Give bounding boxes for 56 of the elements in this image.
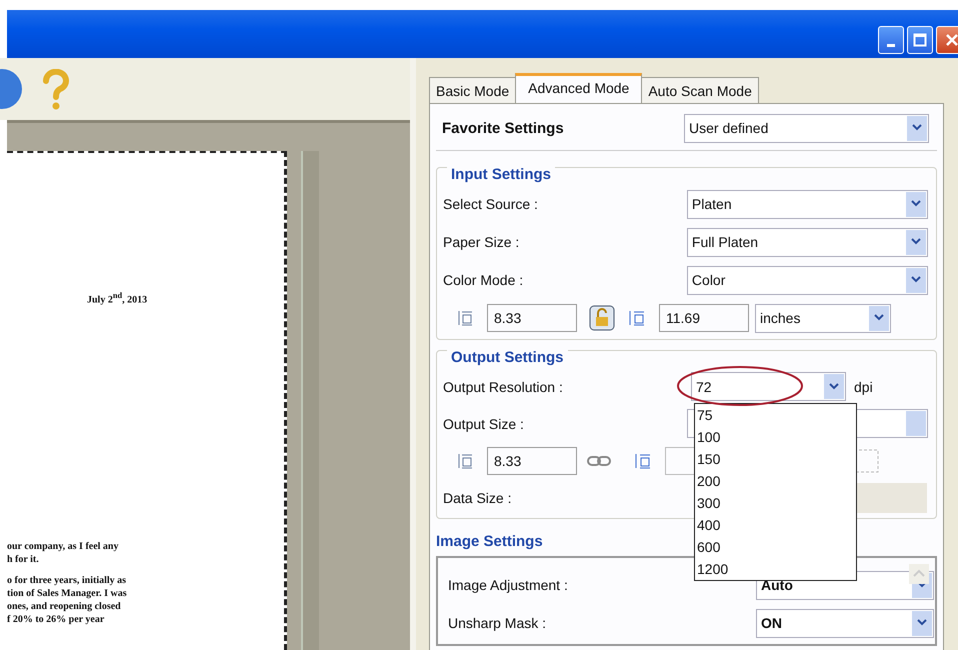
letter-text-line: ones, and reopening closed	[7, 600, 121, 614]
height-icon	[627, 308, 647, 328]
unit-dropdown[interactable]: inches	[755, 304, 891, 332]
setting-label: Image Adjustment :	[448, 577, 569, 593]
lock-button[interactable]	[589, 305, 615, 331]
letter-text-line: f 20% to 26% per year	[7, 613, 104, 626]
width-field[interactable]: 8.33	[487, 304, 577, 332]
minimize-button[interactable]	[878, 26, 904, 54]
resolution-option[interactable]: 300	[695, 492, 856, 514]
dpi-unit: dpi	[854, 378, 873, 394]
minimize-icon	[887, 44, 895, 46]
output-size-label: Output Size :	[443, 416, 525, 432]
close-icon	[945, 33, 958, 47]
setting-dropdown[interactable]: Platen	[686, 190, 928, 218]
maximize-button[interactable]	[907, 26, 933, 54]
setting-dropdown[interactable]: Color	[686, 266, 928, 294]
image-settings-title: Image Settings	[436, 533, 543, 550]
letter-text-line: o for three years, initially as	[7, 574, 126, 588]
setting-label: Unsharp Mask :	[448, 615, 548, 631]
chevron-down-icon	[917, 619, 927, 627]
chain-link-icon[interactable]	[587, 454, 611, 466]
setting-label: Paper Size :	[443, 234, 520, 250]
letter-text-line: our company, as I feel any	[7, 540, 118, 554]
chevron-down-icon	[917, 581, 927, 589]
setting-label: Color Mode :	[443, 272, 524, 288]
resolution-dropdown[interactable]: 72	[691, 372, 846, 401]
tab[interactable]: Auto Scan Mode	[641, 77, 759, 103]
favorite-settings-label: Favorite Settings	[442, 120, 565, 136]
letter-text-line: h for it.	[7, 553, 39, 566]
data-size-label: Data Size :	[443, 490, 512, 506]
resolution-option[interactable]: 400	[695, 514, 856, 536]
resolution-option[interactable]: 200	[695, 470, 856, 492]
chevron-down-icon	[912, 124, 922, 132]
tab[interactable]: Advanced Mode	[515, 73, 642, 103]
chevron-down-icon	[911, 200, 921, 208]
chevron-down-icon	[829, 382, 839, 390]
chevron-down-icon	[911, 238, 921, 246]
letter-text-line: tion of Sales Manager. I was	[7, 587, 127, 600]
resolution-option[interactable]: 100	[695, 426, 856, 448]
favorite-settings-dropdown[interactable]: User defined	[684, 114, 929, 142]
chevron-down-icon	[911, 276, 921, 284]
maximize-icon	[913, 33, 927, 47]
setting-dropdown[interactable]: Full Platen	[686, 228, 928, 256]
tab[interactable]: Basic Mode	[429, 77, 516, 103]
setting-dropdown[interactable]: ON	[756, 608, 934, 638]
group-title: Output Settings	[447, 349, 568, 366]
width-field[interactable]: 8.33	[487, 446, 577, 474]
output-resolution-label: Output Resolution :	[443, 378, 564, 394]
group-title: Input Settings	[447, 166, 555, 183]
resolution-option[interactable]: 150	[695, 448, 856, 470]
resolution-option[interactable]: 600	[695, 536, 856, 558]
setting-label: Select Source :	[443, 196, 539, 212]
letter-date: July 2$^{nd}$, 2013	[87, 291, 148, 306]
resolution-option[interactable]: 75	[695, 404, 856, 426]
chevron-down-icon	[874, 314, 884, 322]
height-field[interactable]: 11.69	[659, 304, 749, 332]
